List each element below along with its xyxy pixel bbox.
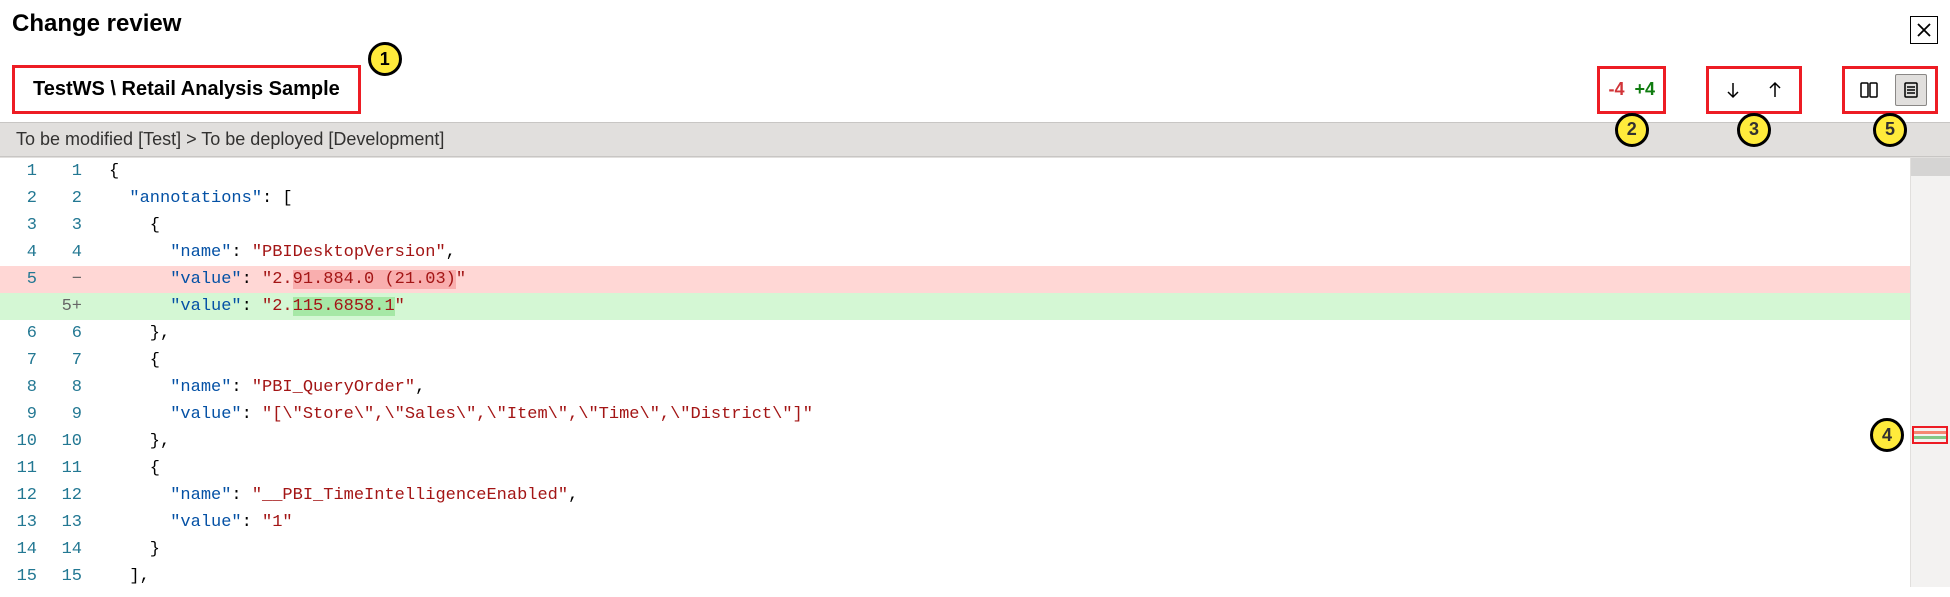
code-line: 15 15 ], [0,563,1910,587]
minimap-removed-marker [1914,431,1946,434]
code-content: ], [105,567,1910,586]
code-content: { [105,351,1910,370]
code-line: 1 1 { [0,158,1910,185]
line-number-new: 7 [45,351,90,370]
code-line-removed: 5 − "value": "2.91.884.0 (21.03)" [0,266,1910,293]
code-content: "value": "2.115.6858.1" [105,297,1910,316]
line-number-new: 11 [45,459,90,478]
toolbar: TestWS \ Retail Analysis Sample 1 -4 +4 … [0,59,1950,122]
code-line: 10 10 }, [0,428,1910,455]
line-number-old: 2 [0,189,45,208]
code-content: }, [105,324,1910,343]
nav-arrows-group: 3 [1706,66,1802,114]
callout-5: 5 [1873,113,1907,147]
next-change-button[interactable] [1717,74,1749,106]
line-number-new: 13 [45,513,90,532]
code-content: "name": "__PBI_TimeIntelligenceEnabled", [105,486,1910,505]
code-line: 8 8 "name": "PBI_QueryOrder", [0,374,1910,401]
line-number-new: 4 [45,243,90,262]
line-number-new: 2 [45,189,90,208]
line-number-old: 7 [0,351,45,370]
line-number-old: 4 [0,243,45,262]
code-content: "value": "1" [105,513,1910,532]
line-number-old: 1 [0,162,45,181]
view-mode-group: 5 [1842,66,1938,114]
breadcrumb: TestWS \ Retail Analysis Sample 1 [12,65,361,114]
code-line: 3 3 { [0,212,1910,239]
line-number-old: 8 [0,378,45,397]
diffstat-group: -4 +4 2 [1597,66,1666,114]
code-content: "annotations": [ [105,189,1910,208]
line-number-new: 1 [45,162,90,181]
line-number-new: 8 [45,378,90,397]
minimap[interactable]: 4 [1910,158,1950,587]
added-count: +4 [1634,79,1655,100]
diff-body[interactable]: 1 1 { 2 2 "annotations": [ 3 3 { 4 4 "na… [0,158,1910,587]
line-number-new: 14 [45,540,90,559]
code-line: 11 11 { [0,455,1910,482]
code-line: 12 12 "name": "__PBI_TimeIntelligenceEna… [0,482,1910,509]
code-line: 13 13 "value": "1" [0,509,1910,536]
minimap-added-marker [1914,436,1946,439]
code-line: 4 4 "name": "PBIDesktopVersion", [0,239,1910,266]
code-line: 2 2 "annotations": [ [0,185,1910,212]
code-content: "value": "2.91.884.0 (21.03)" [105,270,1910,289]
page-title: Change review [12,10,181,38]
side-by-side-icon [1859,80,1879,100]
line-number-old: 5 [0,270,45,289]
line-number-old: 13 [0,513,45,532]
line-number-new: 10 [45,432,90,451]
callout-4: 4 [1870,418,1904,452]
line-number-old: 14 [0,540,45,559]
line-number-old: 10 [0,432,45,451]
line-number-new: 6 [45,324,90,343]
minimap-viewport[interactable] [1911,158,1950,176]
code-content: { [105,459,1910,478]
code-content: "name": "PBI_QueryOrder", [105,378,1910,397]
code-content: "name": "PBIDesktopVersion", [105,243,1910,262]
path-bar: To be modified [Test] > To be deployed [… [0,122,1950,157]
diff-region: 1 1 { 2 2 "annotations": [ 3 3 { 4 4 "na… [0,157,1950,587]
removed-count: -4 [1608,79,1624,100]
code-line: 7 7 { [0,347,1910,374]
line-number-old: 11 [0,459,45,478]
breadcrumb-text: TestWS \ Retail Analysis Sample [33,78,340,100]
code-content: }, [105,432,1910,451]
minimap-marker-highlight: 4 [1912,426,1948,444]
header: Change review [0,0,1950,59]
right-controls: -4 +4 2 3 5 [1597,66,1938,114]
callout-3: 3 [1737,113,1771,147]
code-content: } [105,540,1910,559]
line-number-old: 15 [0,567,45,586]
prev-change-button[interactable] [1759,74,1791,106]
code-content: { [105,162,1910,181]
close-button[interactable] [1910,16,1938,44]
arrow-up-icon [1766,81,1784,99]
arrow-down-icon [1724,81,1742,99]
callout-1: 1 [368,42,402,76]
line-number-new: 12 [45,486,90,505]
line-number-old: 3 [0,216,45,235]
line-number-old: 12 [0,486,45,505]
close-icon [1916,22,1932,38]
code-content: { [105,216,1910,235]
code-line: 6 6 }, [0,320,1910,347]
line-marker-added: 5+ [45,297,90,316]
line-marker-removed: − [45,270,90,289]
line-number-new: 9 [45,405,90,424]
code-content: "value": "[\"Store\",\"Sales\",\"Item\",… [105,405,1910,424]
code-line: 14 14 } [0,536,1910,563]
line-number-new: 15 [45,567,90,586]
inline-view-icon [1901,80,1921,100]
side-by-side-view-button[interactable] [1853,74,1885,106]
code-line-added: 5+ "value": "2.115.6858.1" [0,293,1910,320]
inline-view-button[interactable] [1895,74,1927,106]
code-line: 9 9 "value": "[\"Store\",\"Sales\",\"Ite… [0,401,1910,428]
callout-2: 2 [1615,113,1649,147]
line-number-new: 3 [45,216,90,235]
line-number-old: 9 [0,405,45,424]
line-number-old: 6 [0,324,45,343]
